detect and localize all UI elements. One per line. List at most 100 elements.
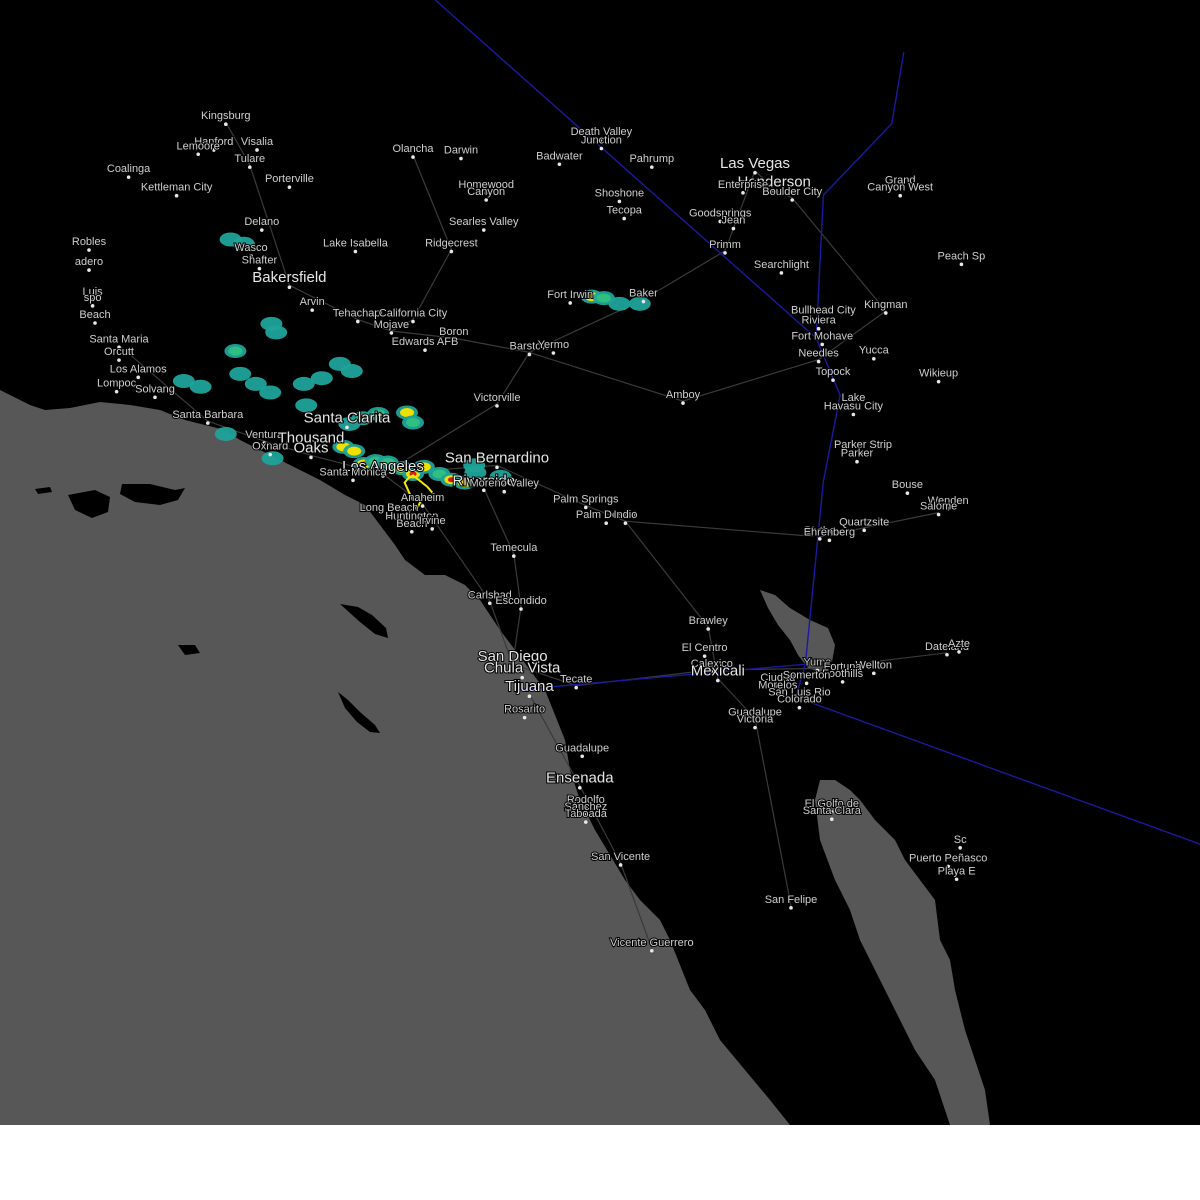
place-label: Lemoore xyxy=(176,140,219,152)
place-dot xyxy=(650,948,654,953)
place-label: Tulare xyxy=(234,153,265,165)
place-dot xyxy=(522,715,527,720)
radar-cell-base xyxy=(189,379,212,394)
place-dot xyxy=(495,404,499,408)
radar-cell-base xyxy=(310,371,333,386)
place-dot xyxy=(174,193,179,198)
place-dot xyxy=(580,754,584,759)
place-dot xyxy=(260,228,264,232)
place-dot xyxy=(519,607,523,611)
place-label: Vicente Guerrero xyxy=(610,937,694,949)
place-label: Badwater xyxy=(536,150,583,162)
place-label: Orcutt xyxy=(104,346,134,358)
place-dot xyxy=(789,906,793,910)
place-label: Indio xyxy=(613,509,637,521)
place-label: Somerton xyxy=(783,669,831,681)
place-dot xyxy=(623,521,628,525)
place-dot xyxy=(622,216,626,221)
place-label: Canyon West xyxy=(867,182,933,194)
place-dot xyxy=(650,165,654,169)
place-label: Coalinga xyxy=(107,163,151,175)
place-label: Lake Isabella xyxy=(323,237,389,249)
place-dot xyxy=(287,185,292,189)
place-dot xyxy=(430,527,435,531)
place-label: Yucca xyxy=(859,345,890,357)
place-dot xyxy=(557,162,562,167)
place-label: Wikieup xyxy=(919,368,958,380)
place-dot xyxy=(551,351,556,355)
radar-cell xyxy=(265,325,288,340)
place-dot xyxy=(820,342,824,347)
place-dot xyxy=(527,352,532,357)
place-label: Amboy xyxy=(666,389,701,401)
place-label: Playa E xyxy=(938,865,976,877)
place-label: Santa Monica xyxy=(319,466,387,478)
place-label: Anaheim xyxy=(401,492,444,504)
place-label: Puerto Peñasco xyxy=(909,852,987,864)
place-label: Robles xyxy=(72,236,107,248)
radar-map[interactable]: Kingsburg Hanford Visalia Lemoore Tulare Coal… xyxy=(0,0,1200,1125)
place-dot xyxy=(641,299,646,304)
place-label: Colorado xyxy=(777,694,822,706)
place-dot xyxy=(411,155,415,159)
place-dot xyxy=(356,319,360,324)
place-dot xyxy=(584,820,588,824)
place-label: Santa Clarita xyxy=(304,409,391,426)
radar-cell-base xyxy=(340,364,363,379)
place-label: Jean xyxy=(721,215,745,227)
place-label: Guadalupe xyxy=(555,742,609,754)
place-dot xyxy=(617,199,622,204)
radar-cell xyxy=(608,296,631,311)
place-dot xyxy=(797,705,802,710)
place-label: Solvang xyxy=(135,383,175,395)
place-dot xyxy=(731,226,736,231)
radar-cell-base xyxy=(214,426,237,441)
place-label: Temecula xyxy=(490,542,538,554)
place-dot xyxy=(196,152,200,157)
place-label: Yermo xyxy=(538,339,569,351)
place-label: El Centro xyxy=(682,642,728,654)
place-label: Kettleman City xyxy=(141,182,213,194)
radar-cell-base xyxy=(229,366,252,381)
place-label: Irvine xyxy=(419,515,446,527)
place-dot xyxy=(248,165,252,169)
place-dot xyxy=(488,601,492,606)
place-label: Kingman xyxy=(864,299,907,311)
place-label: San Vicente xyxy=(591,851,650,863)
radar-cell xyxy=(189,379,212,394)
place-dot xyxy=(574,685,578,690)
place-label: Olancha xyxy=(393,143,435,155)
place-dot xyxy=(872,671,876,676)
place-label: Santa Maria xyxy=(89,333,149,345)
place-dot xyxy=(224,122,228,127)
place-label: Arvin xyxy=(300,296,325,308)
place-label: Enterprise xyxy=(718,179,768,191)
place-label: adero xyxy=(75,256,103,268)
place-label: Mojave xyxy=(374,319,409,331)
radar-cell-core xyxy=(406,418,420,428)
place-dot xyxy=(310,308,315,312)
place-dot xyxy=(449,249,454,254)
place-dot xyxy=(954,877,959,882)
place-label: Las Vegas xyxy=(720,155,790,172)
radar-cell xyxy=(261,451,284,466)
place-label: Canyon xyxy=(467,186,505,198)
map-canvas[interactable]: KingsburgHanford VisaliaLemooreTulareCoal… xyxy=(0,0,1200,1125)
place-dot xyxy=(706,627,710,631)
place-label: Taboada xyxy=(565,808,608,820)
place-label: Riviera xyxy=(801,315,836,327)
place-label: Pahrump xyxy=(629,153,674,165)
place-dot xyxy=(411,319,415,324)
place-label: Baker xyxy=(629,288,658,300)
place-dot xyxy=(723,251,727,255)
place-label: San Bernardino xyxy=(445,449,549,466)
place-label: Havasu City xyxy=(824,401,884,413)
place-dot xyxy=(87,268,91,272)
place-dot xyxy=(959,262,964,267)
place-label: Shoshone xyxy=(595,187,645,199)
radar-cell xyxy=(310,371,333,386)
place-dot xyxy=(898,193,902,198)
place-label: Escondido xyxy=(495,595,546,607)
place-label: Edwards AFB xyxy=(392,336,459,348)
place-label: Searchlight xyxy=(754,259,809,271)
